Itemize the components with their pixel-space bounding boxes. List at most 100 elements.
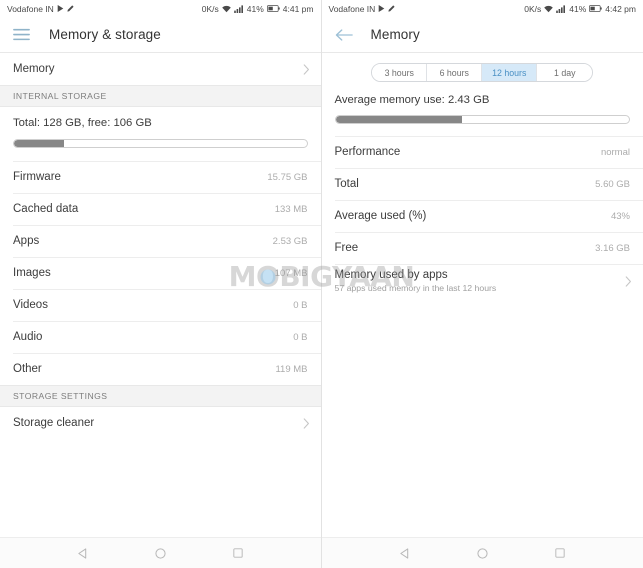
- row-value: 133 MB: [274, 203, 308, 215]
- row-label: Audio: [13, 331, 43, 343]
- average-memory-use-label: Average memory use: 2.43 GB: [334, 94, 490, 106]
- pencil-icon: [388, 5, 395, 12]
- tab-1-day[interactable]: 1 day: [537, 64, 593, 81]
- battery-percent-label: 41%: [246, 3, 264, 14]
- memory-used-by-apps-subtitle: 57 apps used memory in the last 12 hours: [334, 283, 497, 293]
- right-screen-memory: Vodafone IN 0K/s 41% 4:42 pm Memory 3 ho…: [321, 0, 643, 568]
- tab-12-hours[interactable]: 12 hours: [482, 64, 538, 81]
- page-title: Memory & storage: [49, 27, 161, 42]
- hamburger-menu-icon[interactable]: [13, 28, 35, 41]
- time-range-tabs: 3 hours 6 hours 12 hours 1 day: [371, 63, 594, 82]
- battery-icon: [589, 5, 602, 12]
- row-value: 0 B: [293, 299, 308, 311]
- section-header-storage-settings: STORAGE SETTINGS: [0, 385, 321, 407]
- memory-used-by-apps-title: Memory used by apps: [334, 269, 448, 281]
- row-value: 43%: [610, 210, 630, 222]
- empty-area: [0, 439, 321, 537]
- status-bar-left: Vodafone IN: [329, 4, 396, 14]
- storage-cleaner-label: Storage cleaner: [13, 417, 95, 429]
- table-row: Free 3.16 GB: [321, 232, 643, 264]
- wifi-icon: [221, 5, 231, 13]
- app-bar: Memory & storage: [0, 17, 321, 53]
- row-label: Performance: [334, 146, 401, 158]
- signal-icon: [233, 4, 244, 13]
- carrier-label: Vodafone IN: [7, 3, 54, 14]
- status-bar-left: Vodafone IN: [7, 4, 74, 14]
- row-label: Images: [13, 267, 51, 279]
- sidebar-item-storage-cleaner[interactable]: Storage cleaner: [0, 407, 321, 439]
- chevron-right-icon: [619, 276, 632, 287]
- network-speed-label: 0K/s: [201, 3, 219, 14]
- back-triangle-icon[interactable]: [69, 540, 95, 566]
- empty-area: [321, 299, 643, 537]
- storage-total-free-label: Total: 128 GB, free: 106 GB: [13, 117, 152, 129]
- play-icon: [57, 5, 64, 12]
- chevron-right-icon: [297, 417, 310, 429]
- table-row: Total 5.60 GB: [321, 168, 643, 200]
- row-value: 3.16 GB: [595, 242, 630, 254]
- row-label: Total: [334, 178, 359, 190]
- storage-progress-bar: [13, 139, 308, 148]
- table-row[interactable]: Images 107 MB: [0, 257, 321, 289]
- time-range-tabs-wrap: 3 hours 6 hours 12 hours 1 day: [321, 53, 643, 91]
- row-label: Cached data: [13, 203, 79, 215]
- clock-label: 4:41 pm: [282, 3, 314, 14]
- back-arrow-icon[interactable]: [335, 28, 357, 42]
- status-bar-right: 0K/s 41%: [202, 4, 314, 14]
- row-label: Average used (%): [334, 210, 427, 222]
- row-label: Firmware: [13, 171, 61, 183]
- network-speed-label: 0K/s: [524, 3, 542, 14]
- row-value: 15.75 GB: [267, 171, 308, 183]
- battery-icon: [266, 5, 280, 12]
- app-bar: Memory: [321, 17, 643, 53]
- memory-row-label: Memory: [13, 63, 55, 75]
- section-header-internal-storage: INTERNAL STORAGE: [0, 85, 321, 107]
- home-circle-icon[interactable]: [469, 540, 495, 566]
- recents-square-icon[interactable]: [547, 540, 573, 566]
- table-row[interactable]: Cached data 133 MB: [0, 193, 321, 225]
- row-value: 5.60 GB: [595, 178, 630, 190]
- row-value: 0 B: [293, 331, 308, 343]
- wifi-icon: [544, 5, 554, 13]
- row-value: 119 MB: [275, 363, 308, 375]
- play-icon: [378, 5, 385, 12]
- tab-3-hours[interactable]: 3 hours: [372, 64, 428, 81]
- status-bar: Vodafone IN 0K/s: [0, 0, 321, 17]
- table-row[interactable]: Videos 0 B: [0, 289, 321, 321]
- dual-screenshot: Vodafone IN 0K/s 41% 4:41 pm Memory & st…: [0, 0, 643, 568]
- table-row: Average used (%) 43%: [321, 200, 643, 232]
- home-circle-icon[interactable]: [147, 540, 173, 566]
- clock-label: 4:42 pm: [605, 3, 636, 14]
- navigation-bar: [321, 537, 643, 568]
- storage-progress-fill: [14, 140, 64, 147]
- status-bar: Vodafone IN 0K/s: [321, 0, 643, 17]
- back-triangle-icon[interactable]: [391, 540, 417, 566]
- internal-storage-summary: Total: 128 GB, free: 106 GB: [0, 107, 321, 161]
- list-item-memory-used-by-apps[interactable]: Memory used by apps 57 apps used memory …: [321, 264, 643, 299]
- table-row[interactable]: Other 119 MB: [0, 353, 321, 385]
- tab-6-hours[interactable]: 6 hours: [427, 64, 483, 81]
- memory-progress-bar: [334, 115, 630, 124]
- table-row[interactable]: Audio 0 B: [0, 321, 321, 353]
- row-label: Apps: [13, 235, 40, 247]
- page-title: Memory: [370, 27, 420, 42]
- battery-percent-label: 41%: [569, 3, 587, 14]
- sidebar-item-memory[interactable]: Memory: [0, 53, 321, 85]
- row-label: Videos: [13, 299, 48, 311]
- recents-square-icon[interactable]: [225, 540, 251, 566]
- row-label: Other: [13, 363, 42, 375]
- navigation-bar: [0, 537, 321, 568]
- row-value: normal: [600, 146, 630, 158]
- chevron-right-icon: [297, 63, 310, 75]
- row-label: Free: [334, 242, 359, 254]
- table-row: Performance normal: [321, 136, 643, 168]
- row-value: 107 MB: [274, 267, 308, 279]
- table-row[interactable]: Firmware 15.75 GB: [0, 161, 321, 193]
- table-row[interactable]: Apps 2.53 GB: [0, 225, 321, 257]
- carrier-label: Vodafone IN: [328, 3, 376, 14]
- memory-progress-fill: [335, 116, 462, 123]
- memory-usage-summary: Average memory use: 2.43 GB: [322, 91, 643, 136]
- status-bar-right: 0K/s 41%: [524, 4, 636, 14]
- row-value: 2.53 GB: [272, 235, 308, 247]
- memory-used-by-apps-text: Memory used by apps 57 apps used memory …: [335, 264, 497, 299]
